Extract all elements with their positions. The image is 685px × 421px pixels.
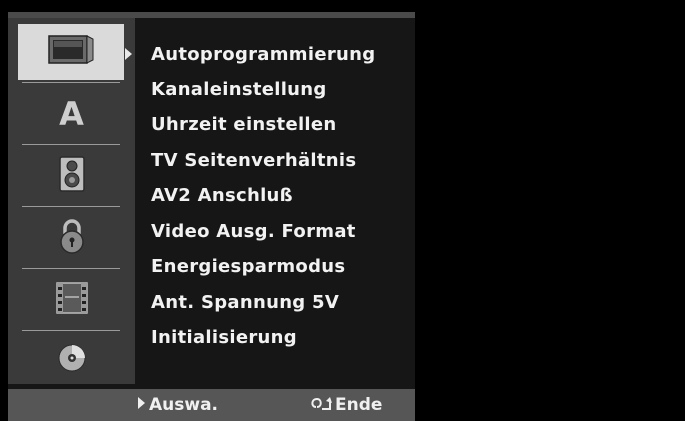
menu-item-av2-anschluss[interactable]: AV2 Anschluß bbox=[151, 185, 293, 206]
menu-item-tv-seitenverhaeltnis[interactable]: TV Seitenverhältnis bbox=[151, 150, 356, 171]
sidebar-item-film[interactable] bbox=[12, 272, 131, 328]
setup-menu-panel: A Autoprogrammierung Kanaleinstellung Uh… bbox=[8, 12, 415, 421]
sidebar-divider bbox=[22, 144, 120, 145]
disc-icon bbox=[57, 343, 87, 377]
sidebar-item-tv[interactable] bbox=[18, 24, 124, 80]
exit-hint-label: Ende bbox=[335, 395, 383, 415]
exit-hint: Ende bbox=[310, 395, 382, 417]
select-hint: Auswa. bbox=[138, 395, 218, 415]
menu-item-energiesparmodus[interactable]: Energiesparmodus bbox=[151, 256, 345, 277]
submenu-arrow-icon bbox=[125, 48, 132, 60]
sidebar-item-language[interactable]: A bbox=[12, 86, 131, 142]
menu-item-ant-spannung[interactable]: Ant. Spannung 5V bbox=[151, 292, 339, 313]
menu-item-kanaleinstellung[interactable]: Kanaleinstellung bbox=[151, 79, 327, 100]
return-icon bbox=[310, 396, 332, 417]
sidebar-item-audio[interactable] bbox=[12, 148, 131, 204]
tv-icon bbox=[48, 33, 94, 71]
menu-item-autoprogrammierung[interactable]: Autoprogrammierung bbox=[151, 44, 375, 65]
play-arrow-icon bbox=[138, 397, 145, 409]
hint-bar: Auswa. Ende bbox=[8, 389, 415, 421]
menu-item-video-ausg-format[interactable]: Video Ausg. Format bbox=[151, 221, 356, 242]
sidebar-divider bbox=[22, 206, 120, 207]
sidebar-item-disc[interactable] bbox=[12, 332, 131, 388]
menu-item-initialisierung[interactable]: Initialisierung bbox=[151, 327, 297, 348]
select-hint-label: Auswa. bbox=[149, 395, 219, 415]
sidebar-divider bbox=[22, 268, 120, 269]
menu-item-uhrzeit-einstellen[interactable]: Uhrzeit einstellen bbox=[151, 114, 337, 135]
category-sidebar: A bbox=[8, 18, 135, 384]
speaker-icon bbox=[58, 156, 85, 196]
film-icon bbox=[55, 281, 89, 319]
sidebar-divider bbox=[22, 82, 120, 83]
sidebar-divider bbox=[22, 330, 120, 331]
sidebar-item-lock[interactable] bbox=[12, 210, 131, 266]
lock-icon bbox=[58, 218, 86, 258]
language-icon: A bbox=[59, 95, 84, 133]
